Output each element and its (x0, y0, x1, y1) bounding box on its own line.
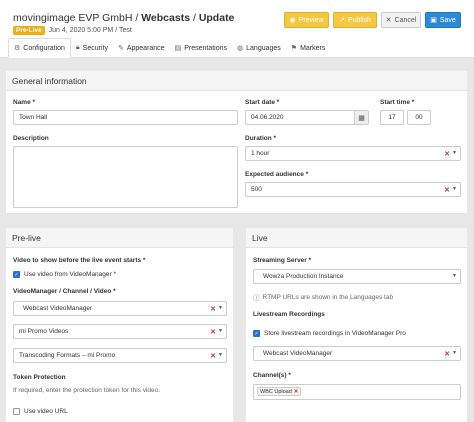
start-hour-input[interactable]: 17 (380, 110, 404, 125)
clear-icon[interactable]: ✕ (444, 186, 450, 194)
tab-presentations[interactable]: ▤ Presentations (170, 38, 232, 58)
start-date-input[interactable]: 04.06.2020 ▦ (245, 110, 369, 125)
tab-markers[interactable]: ⚑ Markers (286, 38, 331, 58)
start-time-label: Start time * (380, 99, 415, 106)
chevron-down-icon[interactable]: ▼ (452, 273, 457, 279)
page-meta: Pre-Live Jun 4, 2020 5:00 PM / Test (13, 26, 132, 35)
description-label: Description (13, 135, 49, 142)
chevron-down-icon[interactable]: ▼ (452, 186, 457, 192)
chevron-down-icon[interactable]: ▼ (218, 352, 223, 358)
close-icon: ✕ (385, 17, 392, 24)
globe-icon: ◍ (237, 45, 244, 52)
clear-icon[interactable]: ✕ (444, 150, 450, 158)
chevron-down-icon[interactable]: ▼ (452, 150, 457, 156)
recordings-label: Livestream Recordings (253, 311, 325, 318)
store-recordings-checkbox[interactable]: ✓ Store livestream recordings in VideoMa… (253, 330, 406, 337)
recording-vm-select[interactable]: Webcast VideoManager ✕ ▼ (253, 346, 461, 361)
publish-icon: ↗ (339, 17, 345, 24)
checkbox-checked-icon: ✓ (253, 330, 260, 337)
publish-button[interactable]: ↗ Publish (333, 12, 377, 28)
vm-select[interactable]: Webcast VideoManager ✕ ▼ (13, 301, 227, 316)
tab-configuration[interactable]: ⚙ Configuration (8, 38, 71, 58)
live-heading: Live (246, 228, 467, 248)
general-panel: General information Name * Town Hall Des… (6, 71, 467, 213)
token-label: Token Protection (13, 374, 66, 381)
chevron-down-icon[interactable]: ▼ (452, 350, 457, 356)
eye-icon: ◉ (289, 17, 296, 24)
clear-icon[interactable]: ✕ (210, 328, 216, 336)
save-icon: ▣ (430, 17, 437, 24)
checkbox-checked-icon: ✓ (13, 271, 20, 278)
gear-icon: ⚙ (14, 45, 21, 52)
start-date-label: Start date * (245, 99, 280, 106)
channels-label: Channel(s) * (253, 372, 291, 379)
cancel-button[interactable]: ✕ Cancel (381, 12, 421, 28)
chevron-down-icon[interactable]: ▼ (218, 328, 223, 334)
clear-icon[interactable]: ✕ (210, 352, 216, 360)
description-textarea[interactable] (13, 146, 238, 208)
channel-tag: WBC Upload ✕ (257, 387, 302, 396)
status-badge: Pre-Live (13, 26, 45, 35)
use-vm-checkbox[interactable]: ✓ Use video from VideoManager * (13, 271, 116, 278)
server-select[interactable]: Wowza Production Instance ▼ (253, 269, 461, 284)
server-label: Streaming Server * (253, 257, 312, 264)
title-section-link[interactable]: Webcasts (141, 12, 190, 24)
save-button[interactable]: ▣ Save (425, 12, 461, 28)
clear-icon[interactable]: ✕ (210, 305, 216, 313)
use-url-checkbox[interactable]: Use video URL (13, 408, 68, 415)
audience-label: Expected audience * (245, 171, 309, 178)
live-panel: Live Streaming Server * Wowza Production… (246, 228, 467, 422)
channels-multiselect[interactable]: WBC Upload ✕ (253, 384, 461, 400)
preview-button[interactable]: ◉ Preview (284, 12, 329, 28)
token-hint: If required, enter the protection token … (13, 387, 161, 394)
name-input[interactable]: Town Hall (13, 110, 238, 125)
duration-label: Duration * (245, 135, 277, 142)
video-select[interactable]: Transcoding Formats – mi Promo ✕ ▼ (13, 348, 227, 363)
duration-select[interactable]: 1 hour ✕ ▼ (245, 146, 461, 161)
marker-icon: ⚑ (290, 45, 298, 52)
page-header: movingimage EVP GmbH / Webcasts / Update… (0, 0, 474, 58)
checkbox-unchecked-icon (13, 408, 20, 415)
general-heading: General information (6, 71, 467, 91)
audience-select[interactable]: 500 ✕ ▼ (245, 182, 461, 197)
tab-appearance[interactable]: ✎ Appearance (113, 38, 170, 58)
lock-icon: 🔒︎ (75, 44, 80, 51)
channel-select[interactable]: mi Promo Videos ✕ ▼ (13, 324, 227, 339)
prelive-panel: Pre-live Video to show before the live e… (6, 228, 233, 422)
rtmp-hint: ⓘ RTMP URLs are shown in the Languages ta… (253, 293, 394, 303)
brush-icon: ✎ (117, 45, 124, 52)
tab-security[interactable]: 🔒︎ Security (71, 38, 113, 58)
clear-icon[interactable]: ✕ (444, 350, 450, 358)
document-icon: ▤ (174, 45, 182, 52)
title-org: movingimage EVP GmbH (13, 12, 133, 24)
info-icon: ⓘ (253, 295, 260, 302)
tab-bar: ⚙ Configuration 🔒︎ Security ✎ Appearance ▤ P… (0, 38, 474, 58)
pre-video-label: Video to show before the live event star… (13, 257, 146, 264)
name-label: Name * (13, 99, 36, 106)
page-title: movingimage EVP GmbH / Webcasts / Update (13, 12, 235, 24)
prelive-heading: Pre-live (6, 228, 233, 248)
start-minute-input[interactable]: 00 (407, 110, 431, 125)
chevron-down-icon[interactable]: ▼ (218, 305, 223, 311)
remove-tag-icon[interactable]: ✕ (294, 389, 299, 395)
event-meta: Jun 4, 2020 5:00 PM / Test (48, 27, 132, 34)
channel-label: VideoManager / Channel / Video * (13, 288, 116, 295)
title-page: Update (198, 12, 235, 24)
tab-languages[interactable]: ◍ Languages (232, 38, 286, 58)
calendar-icon[interactable]: ▦ (354, 111, 368, 124)
